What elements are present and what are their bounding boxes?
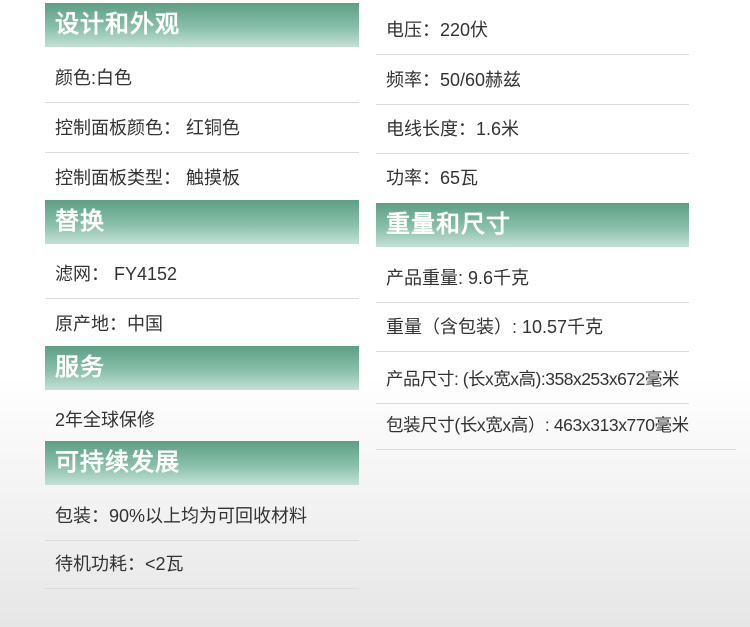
- spec-row-packed-weight: 重量（含包装）: 10.57千克: [376, 303, 689, 352]
- section-header-weight-dimensions: 重量和尺寸: [376, 203, 689, 247]
- section-header-design: 设计和外观: [45, 3, 359, 47]
- spec-row-product-weight: 产品重量: 9.6千克: [376, 254, 689, 303]
- spec-row-panel-color: 控制面板颜色： 红铜色: [45, 104, 359, 153]
- spec-row-standby-power: 待机功耗：<2瓦: [45, 540, 359, 589]
- spec-row-filter: 滤网： FY4152: [45, 250, 359, 299]
- spec-row-voltage: 电压：220伏: [376, 6, 689, 55]
- spec-row-panel-type: 控制面板类型： 触摸板: [55, 168, 240, 188]
- spec-row-origin: 原产地：中国: [55, 314, 163, 334]
- section-header-replacement: 替换: [45, 200, 359, 244]
- spec-row-color: 颜色:白色: [45, 54, 359, 103]
- spec-row-warranty: 2年全球保修: [55, 410, 156, 430]
- spec-row-packaging: 包装：90%以上均为可回收材料: [45, 492, 359, 541]
- spec-row-package-dimensions: 包装尺寸(长x宽x高）: 463x313x770毫米: [376, 401, 736, 450]
- spec-row-product-dimensions: 产品尺寸: (长x宽x高):358x253x672毫米: [376, 355, 689, 404]
- section-header-service: 服务: [45, 346, 359, 390]
- spec-row-frequency: 频率：50/60赫兹: [376, 56, 689, 105]
- section-header-sustainability: 可持续发展: [45, 441, 359, 485]
- spec-row-cord-length: 电线长度：1.6米: [376, 105, 689, 154]
- spec-row-power: 功率：65瓦: [386, 168, 479, 188]
